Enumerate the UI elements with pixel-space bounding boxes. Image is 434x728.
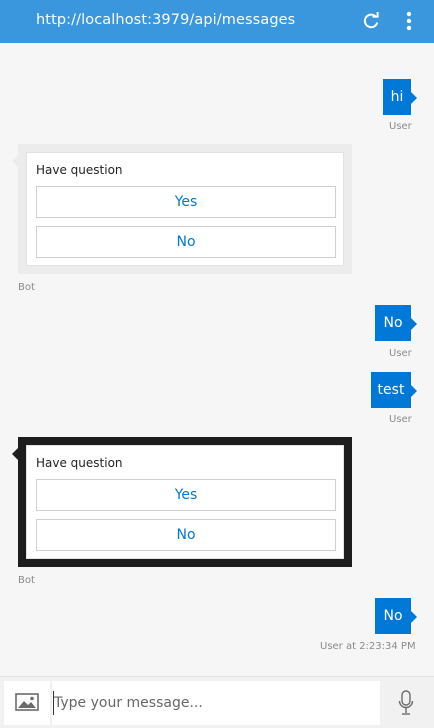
- message-sender: User: [389, 121, 412, 132]
- user-message: test: [371, 372, 417, 408]
- bot-card-message: Have question Yes No: [12, 437, 352, 567]
- image-upload-button[interactable]: [4, 681, 50, 725]
- text-caret: [53, 691, 54, 715]
- more-vertical-icon[interactable]: [406, 11, 412, 35]
- no-button[interactable]: No: [36, 226, 336, 258]
- hero-card: Have question Yes No: [26, 445, 344, 559]
- bot-card-message: Have question Yes No: [12, 144, 352, 274]
- message-input[interactable]: [52, 681, 380, 725]
- user-message: hi: [383, 79, 417, 115]
- no-button[interactable]: No: [36, 519, 336, 551]
- message-input-bar: [0, 676, 434, 728]
- yes-button[interactable]: Yes: [36, 186, 336, 218]
- chat-header: http://localhost:3979/api/messages: [0, 0, 434, 43]
- microphone-button[interactable]: [382, 681, 430, 725]
- endpoint-url: http://localhost:3979/api/messages: [36, 12, 296, 28]
- card-question: Have question: [36, 163, 123, 177]
- message-sender-timestamp: User at 2:23:34 PM: [320, 641, 416, 652]
- card-question: Have question: [36, 456, 123, 470]
- user-message: No: [375, 598, 417, 634]
- message-sender: User: [389, 348, 412, 359]
- yes-button[interactable]: Yes: [36, 479, 336, 511]
- message-sender: User: [389, 414, 412, 425]
- message-sender: Bot: [18, 575, 35, 586]
- user-message: No: [375, 305, 417, 341]
- refresh-icon[interactable]: [362, 12, 380, 34]
- message-sender: Bot: [18, 282, 35, 293]
- hero-card: Have question Yes No: [26, 152, 344, 266]
